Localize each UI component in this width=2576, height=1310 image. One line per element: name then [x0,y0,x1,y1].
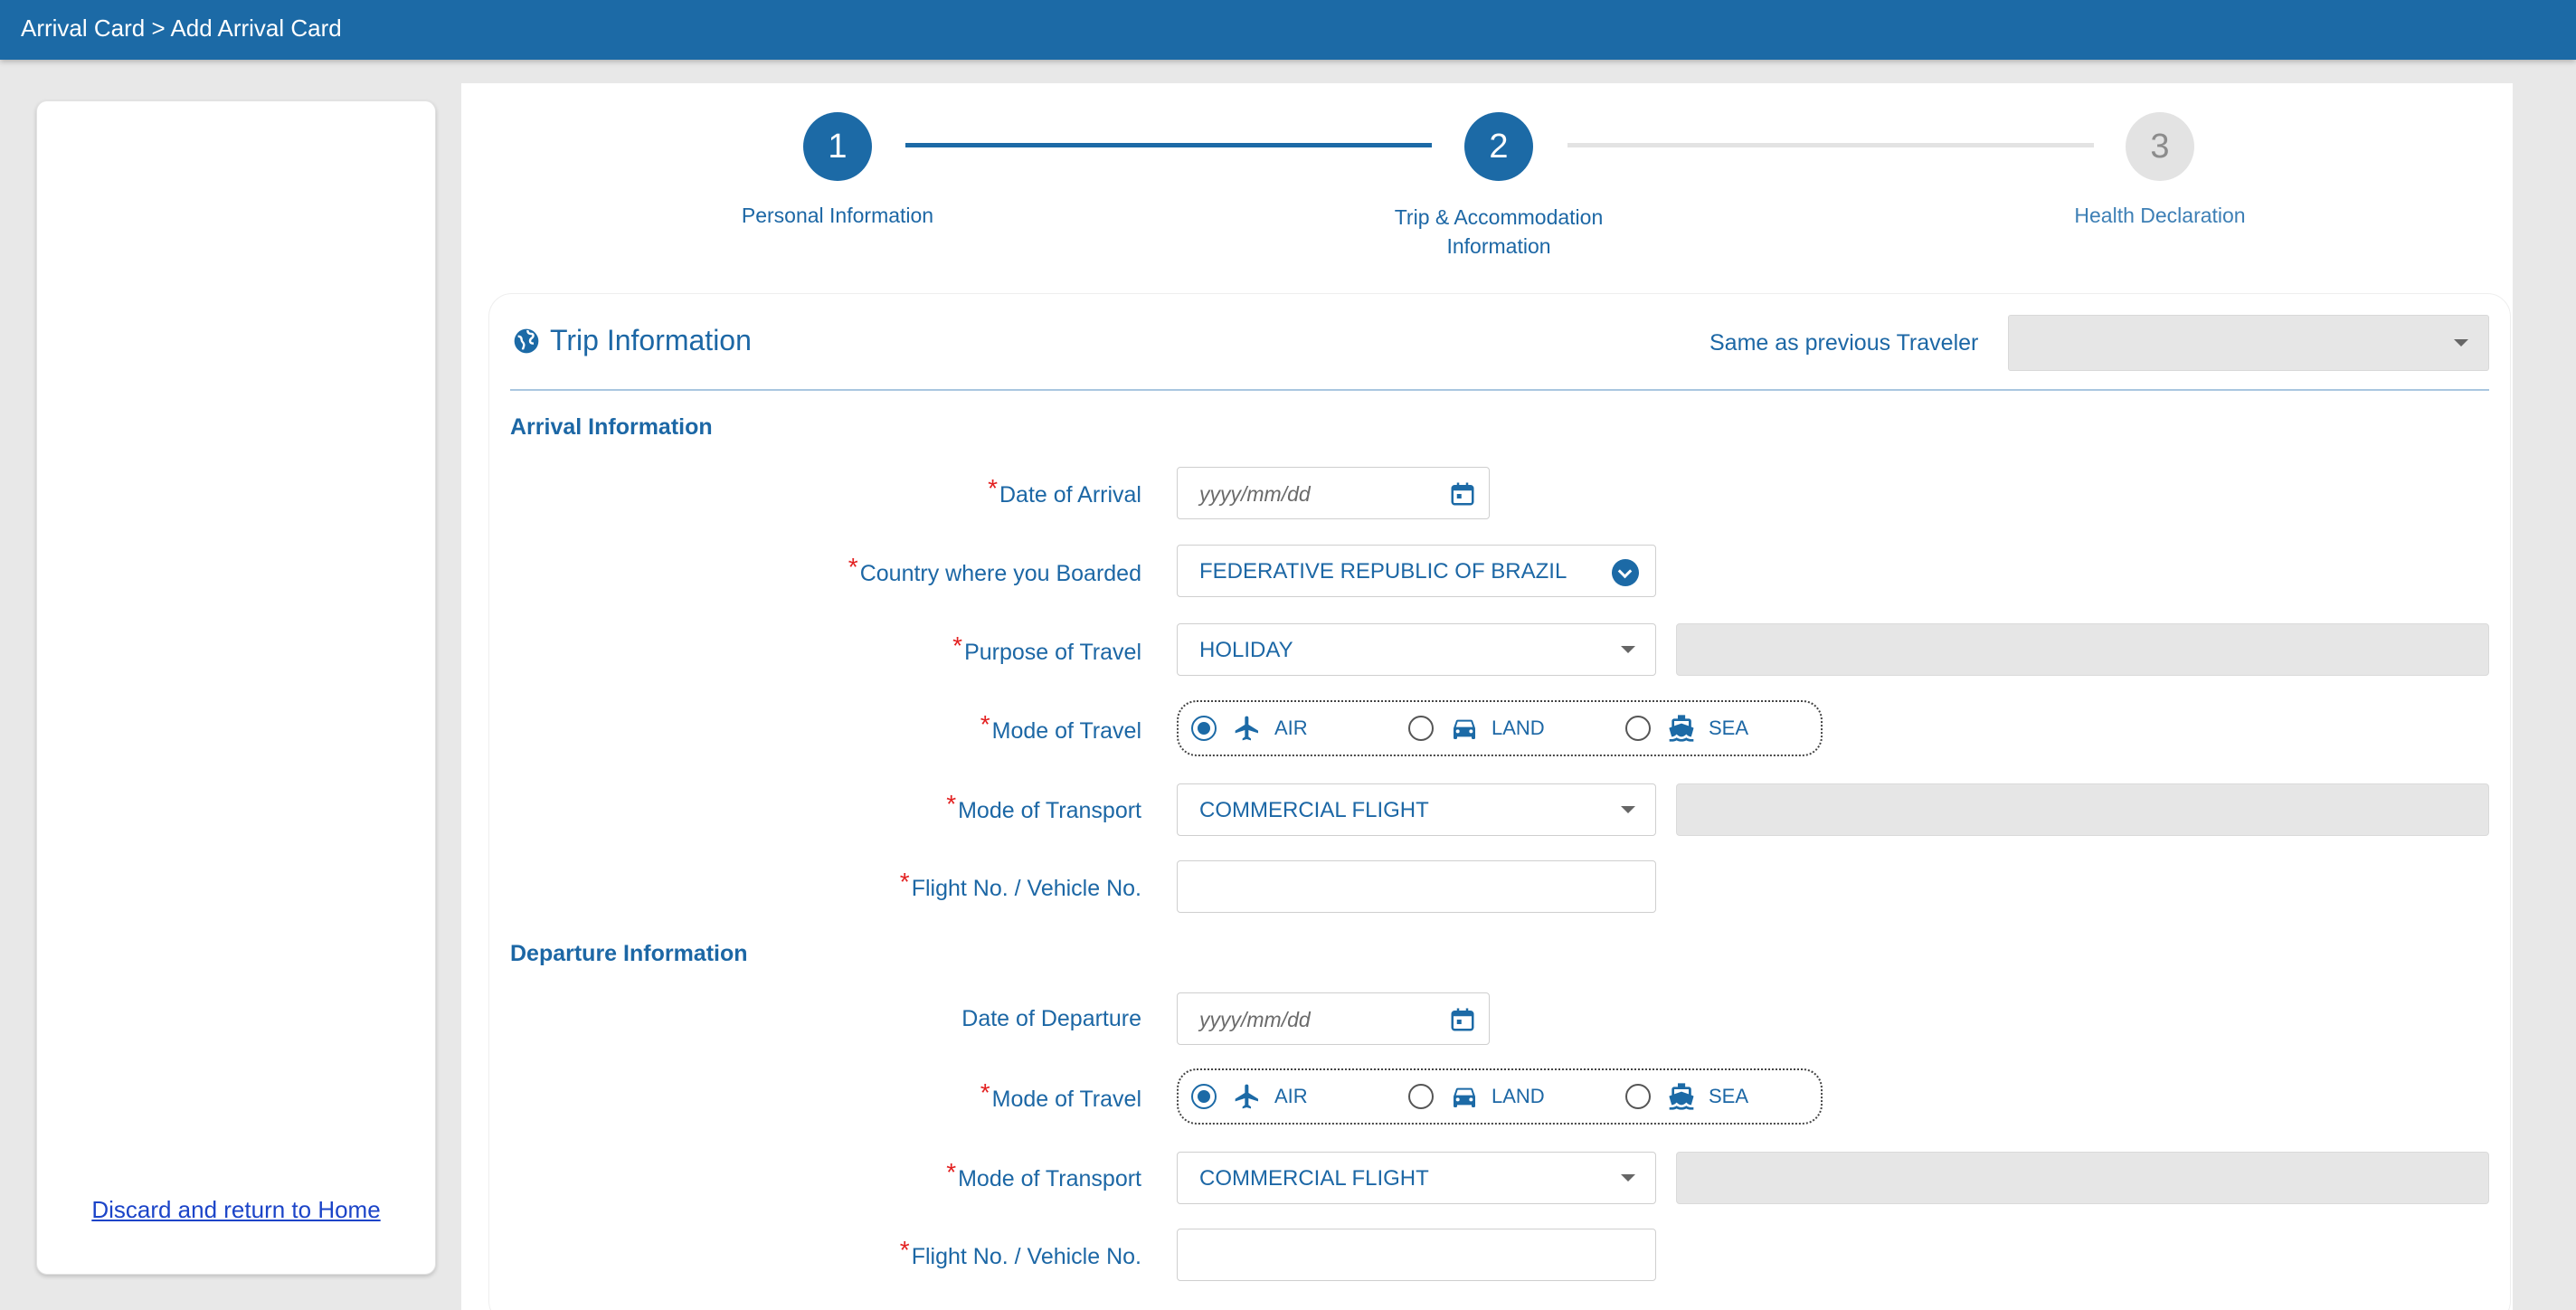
country-boarded-select[interactable]: FEDERATIVE REPUBLIC OF BRAZIL [1177,545,1656,597]
ship-icon [1669,1083,1694,1110]
trip-information-heading: Trip Information [550,324,752,356]
arrival-mode-sea-radio[interactable] [1625,716,1651,741]
purpose-of-travel-label: *Purpose of Travel [952,631,1141,665]
departure-transport-value: COMMERCIAL FLIGHT [1199,1166,1429,1191]
arrival-mode-land-option[interactable]: LAND [1408,702,1545,755]
date-of-arrival-label: *Date of Arrival [988,474,1141,508]
departure-mode-air-radio[interactable] [1191,1084,1217,1109]
departure-transport-other-input [1676,1152,2489,1204]
step-2-label-line2: Information [1446,234,1551,258]
country-boarded-value: FEDERATIVE REPUBLIC OF BRAZIL [1199,559,1567,584]
departure-mode-of-travel-label: *Mode of Travel [980,1078,1141,1112]
step-connector-2 [1567,143,2094,147]
step-3-circle: 3 [2126,112,2194,181]
arrival-flight-no-input[interactable] [1177,860,1656,913]
departure-flight-no-input[interactable] [1177,1229,1656,1281]
same-as-previous-select[interactable] [2008,315,2489,371]
purpose-of-travel-value: HOLIDAY [1199,638,1293,662]
chevron-down-icon [1621,806,1635,813]
arrival-mode-air-option[interactable]: AIR [1191,702,1308,755]
departure-mode-sea-option[interactable]: SEA [1625,1070,1748,1123]
departure-mode-land-option[interactable]: LAND [1408,1070,1545,1123]
top-bar: Arrival Card > Add Arrival Card [0,0,2576,60]
chevron-down-icon [1612,559,1639,586]
calendar-icon[interactable] [1449,1006,1476,1033]
arrival-mode-land-label: LAND [1492,717,1545,739]
date-of-arrival-input[interactable]: yyyy/mm/dd [1177,467,1490,519]
departure-mode-of-travel-radio-group: AIR LAND SEA [1177,1068,1823,1125]
step-2-circle: 2 [1464,112,1533,181]
step-3-label: Health Declaration [2074,204,2246,227]
arrival-transport-other-input [1676,783,2489,836]
date-placeholder: yyyy/mm/dd [1199,1008,1311,1031]
sidebar-panel: Discard and return to Home [36,100,436,1275]
departure-mode-of-transport-label: *Mode of Transport [946,1158,1141,1191]
same-as-previous-label: Same as previous Traveler [1709,330,1979,356]
date-of-departure-label: Date of Departure [961,1006,1141,1031]
arrival-mode-sea-option[interactable]: SEA [1625,702,1748,755]
ship-icon [1669,715,1694,742]
departure-mode-sea-radio[interactable] [1625,1084,1651,1109]
step-1-label: Personal Information [741,204,934,227]
airplane-icon [1235,1084,1258,1109]
chevron-down-icon [1621,646,1635,653]
date-of-departure-input[interactable]: yyyy/mm/dd [1177,992,1490,1045]
departure-mode-sea-label: SEA [1709,1085,1749,1107]
step-1-circle: 1 [803,112,872,181]
arrival-mode-of-travel-label: *Mode of Travel [980,710,1141,744]
departure-flight-no-label: *Flight No. / Vehicle No. [899,1236,1141,1269]
chevron-down-icon [2454,339,2468,346]
globe-icon [514,328,539,353]
country-boarded-label: *Country where you Boarded [848,553,1141,586]
date-placeholder: yyyy/mm/dd [1199,482,1311,506]
breadcrumb: Arrival Card > Add Arrival Card [21,14,342,42]
arrival-mode-of-transport-label: *Mode of Transport [946,790,1141,823]
calendar-icon[interactable] [1449,480,1476,508]
arrival-mode-land-radio[interactable] [1408,716,1434,741]
chevron-down-icon [1621,1174,1635,1182]
car-icon [1454,719,1475,739]
car-icon [1454,1087,1475,1107]
departure-mode-land-radio[interactable] [1408,1084,1434,1109]
section-divider [510,389,2489,391]
arrival-mode-of-travel-radio-group: AIR LAND SEA [1177,700,1823,756]
discard-return-home-link[interactable]: Discard and return to Home [37,1196,435,1224]
arrival-mode-of-transport-select[interactable]: COMMERCIAL FLIGHT [1177,783,1656,836]
arrival-mode-air-radio[interactable] [1191,716,1217,741]
arrival-mode-sea-label: SEA [1709,717,1749,739]
step-2-label-line1: Trip & Accommodation [1394,205,1604,229]
departure-mode-of-transport-select[interactable]: COMMERCIAL FLIGHT [1177,1152,1656,1204]
step-connector-1 [905,143,1432,147]
arrival-transport-value: COMMERCIAL FLIGHT [1199,798,1429,822]
departure-information-heading: Departure Information [510,941,748,966]
arrival-flight-no-label: *Flight No. / Vehicle No. [899,868,1141,901]
section-title: Trip Information [512,324,752,357]
purpose-other-input [1676,623,2489,676]
arrival-information-heading: Arrival Information [510,414,713,440]
airplane-icon [1235,716,1258,741]
departure-mode-land-label: LAND [1492,1085,1545,1107]
departure-mode-air-label: AIR [1274,1085,1308,1107]
arrival-mode-air-label: AIR [1274,717,1308,739]
purpose-of-travel-select[interactable]: HOLIDAY [1177,623,1656,676]
departure-mode-air-option[interactable]: AIR [1191,1070,1308,1123]
